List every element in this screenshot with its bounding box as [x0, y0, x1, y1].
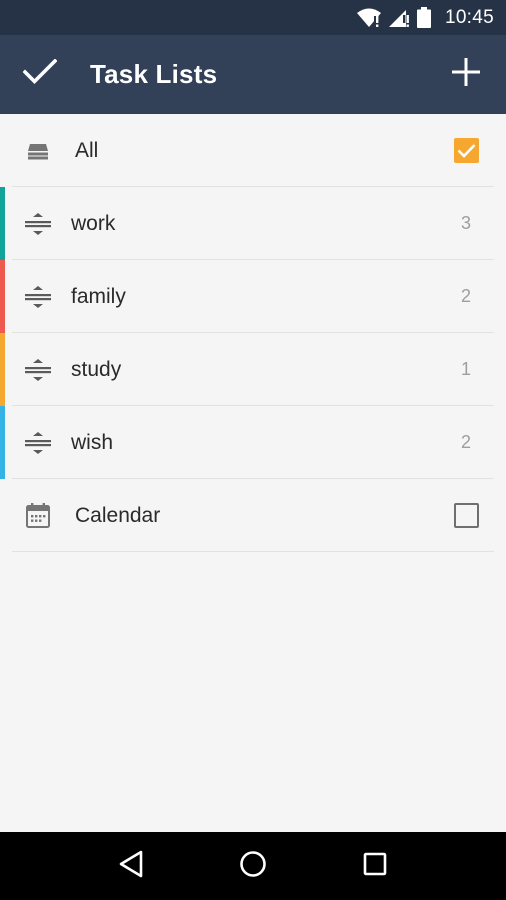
list-row-calendar[interactable]: Calendar [0, 479, 506, 552]
done-button[interactable] [0, 35, 80, 114]
list-count-wish: 2 [460, 432, 471, 452]
app-bar: Task Lists [0, 35, 506, 114]
status-time: 10:45 [444, 6, 494, 28]
list-color-bar [0, 260, 5, 333]
list-count-work: 3 [460, 213, 471, 233]
list-color-bar [0, 187, 5, 260]
list-label-calendar: Calendar [75, 503, 161, 527]
reorder-icon [0, 358, 68, 381]
reorder-icon [0, 285, 68, 308]
calendar-checkbox[interactable] [453, 503, 479, 528]
list-label-study: study [71, 357, 122, 381]
recents-icon [363, 852, 387, 881]
stack-icon [0, 142, 72, 160]
back-button[interactable] [101, 836, 161, 896]
all-checkbox[interactable] [453, 138, 479, 163]
status-bar: 10:45 [0, 0, 506, 35]
list-row-all[interactable]: All [0, 114, 506, 187]
reorder-icon [0, 212, 68, 235]
battery-icon [416, 7, 431, 28]
list-color-bar [0, 333, 5, 406]
recents-button[interactable] [345, 836, 405, 896]
check-icon [22, 58, 58, 90]
list-label-all: All [75, 138, 99, 162]
home-icon [239, 850, 267, 883]
navigation-bar [0, 832, 506, 900]
task-list-list: All work 3 family 2 study 1 wish 2 Calen… [0, 114, 506, 552]
list-color-bar [0, 406, 5, 479]
divider [12, 551, 494, 552]
list-row-work[interactable]: work 3 [0, 187, 506, 260]
plus-icon [452, 58, 480, 91]
calendar-icon [0, 503, 72, 528]
list-row-family[interactable]: family 2 [0, 260, 506, 333]
wifi-icon [356, 8, 381, 28]
list-label-wish: wish [71, 430, 114, 454]
list-label-work: work [71, 211, 116, 235]
add-list-button[interactable] [426, 35, 506, 114]
list-count-family: 2 [460, 286, 471, 306]
home-button[interactable] [223, 836, 283, 896]
back-icon [118, 850, 144, 883]
list-count-study: 1 [460, 359, 471, 379]
reorder-icon [0, 431, 68, 454]
signal-icon [388, 8, 409, 28]
list-row-study[interactable]: study 1 [0, 333, 506, 406]
list-label-family: family [71, 284, 126, 308]
page-title: Task Lists [90, 59, 218, 89]
list-row-wish[interactable]: wish 2 [0, 406, 506, 479]
